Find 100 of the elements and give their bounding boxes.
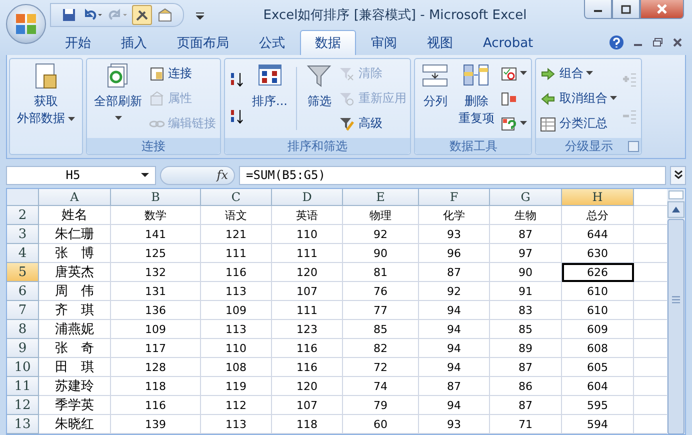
column-header[interactable]: F — [419, 189, 490, 206]
table-cell[interactable]: 116 — [201, 263, 272, 282]
dialog-launcher-icon[interactable] — [628, 141, 640, 152]
table-cell[interactable]: 131 — [111, 282, 201, 301]
table-cell[interactable]: 85 — [343, 320, 419, 339]
table-cell[interactable]: 118 — [272, 415, 343, 434]
table-cell[interactable]: 118 — [111, 377, 201, 396]
table-cell[interactable]: 87 — [490, 225, 562, 244]
table-cell[interactable]: 89 — [490, 339, 562, 358]
row-header[interactable]: 3 — [7, 225, 39, 244]
ribbon-button[interactable]: 排序... — [249, 61, 290, 136]
ribbon-tab[interactable]: 审阅 — [356, 31, 412, 55]
table-cell[interactable]: 107 — [272, 282, 343, 301]
formula-field[interactable]: =SUM(B5:G5) — [239, 166, 666, 184]
row-header[interactable]: 12 — [7, 396, 39, 415]
vertical-scrollbar[interactable] — [667, 189, 685, 434]
table-cell[interactable]: 94 — [419, 358, 490, 377]
table-cell[interactable]: 128 — [111, 358, 201, 377]
table-cell[interactable]: 107 — [272, 396, 343, 415]
column-header[interactable]: B — [111, 189, 201, 206]
table-cell[interactable]: 82 — [343, 339, 419, 358]
table-cell[interactable]: 630 — [562, 244, 634, 263]
table-cell[interactable]: 141 — [111, 225, 201, 244]
table-cell[interactable]: 111 — [272, 244, 343, 263]
table-cell[interactable]: 609 — [562, 320, 634, 339]
table-cell[interactable]: 595 — [562, 396, 634, 415]
table-cell[interactable]: 93 — [419, 225, 490, 244]
table-cell[interactable]: 朱晓红 — [39, 415, 111, 434]
table-cell[interactable]: 123 — [272, 320, 343, 339]
table-cell[interactable]: 117 — [111, 339, 201, 358]
table-cell[interactable]: 周 伟 — [39, 282, 111, 301]
table-cell[interactable]: 119 — [201, 377, 272, 396]
ribbon-tab[interactable]: 页面布局 — [162, 31, 244, 55]
table-cell[interactable]: 79 — [343, 396, 419, 415]
close-icon[interactable] — [673, 38, 682, 47]
row-header[interactable]: 13 — [7, 415, 39, 434]
column-header[interactable]: H — [562, 189, 634, 206]
active-cell[interactable]: 626 — [562, 263, 634, 282]
table-cell[interactable]: 季学英 — [39, 396, 111, 415]
table-cell[interactable]: 97 — [490, 244, 562, 263]
table-cell[interactable]: 113 — [201, 415, 272, 434]
table-cell[interactable]: 英语 — [272, 206, 343, 225]
table-cell[interactable]: 83 — [490, 301, 562, 320]
table-cell[interactable]: 物理 — [343, 206, 419, 225]
name-box[interactable]: H5 — [6, 166, 156, 184]
table-cell[interactable]: 张 博 — [39, 244, 111, 263]
table-cell[interactable]: 87 — [419, 377, 490, 396]
ribbon-tab[interactable]: 视图 — [412, 31, 468, 55]
row-header[interactable]: 4 — [7, 244, 39, 263]
row-header[interactable]: 10 — [7, 358, 39, 377]
table-cell[interactable]: 594 — [562, 415, 634, 434]
ribbon-tab[interactable]: 公式 — [244, 31, 300, 55]
table-cell[interactable]: 85 — [490, 320, 562, 339]
table-cell[interactable]: 111 — [272, 301, 343, 320]
dropdown-caret-icon[interactable] — [139, 171, 151, 179]
table-cell[interactable]: 90 — [490, 263, 562, 282]
table-cell[interactable]: 朱仁珊 — [39, 225, 111, 244]
table-cell[interactable]: 608 — [562, 339, 634, 358]
table-cell[interactable]: 浦燕妮 — [39, 320, 111, 339]
office-button[interactable] — [6, 4, 46, 44]
ribbon-tab[interactable]: 插入 — [106, 31, 162, 55]
table-cell[interactable]: 125 — [111, 244, 201, 263]
table-cell[interactable]: 数学 — [111, 206, 201, 225]
table-cell[interactable]: 87 — [419, 263, 490, 282]
table-cell[interactable]: 唐英杰 — [39, 263, 111, 282]
ribbon-button[interactable]: 删除 重复项 — [455, 61, 498, 136]
table-cell[interactable]: 90 — [343, 244, 419, 263]
row-header[interactable]: 7 — [7, 301, 39, 320]
ribbon-button[interactable]: 获取 外部数据 — [14, 61, 78, 136]
table-cell[interactable]: 121 — [201, 225, 272, 244]
ribbon-button[interactable]: 筛选 — [303, 61, 336, 136]
table-cell[interactable]: 86 — [490, 377, 562, 396]
row-header[interactable]: 6 — [7, 282, 39, 301]
table-cell[interactable]: 116 — [272, 339, 343, 358]
table-cell[interactable]: 94 — [419, 396, 490, 415]
table-cell[interactable]: 96 — [419, 244, 490, 263]
table-cell[interactable]: 化学 — [419, 206, 490, 225]
table-cell[interactable]: 生物 — [490, 206, 562, 225]
ribbon-tab[interactable]: 数据 — [300, 30, 356, 55]
table-cell[interactable]: 74 — [343, 377, 419, 396]
table-cell[interactable]: 604 — [562, 377, 634, 396]
table-cell[interactable]: 91 — [490, 282, 562, 301]
table-cell[interactable]: 94 — [419, 320, 490, 339]
restore-icon[interactable] — [653, 38, 663, 47]
table-cell[interactable]: 109 — [201, 301, 272, 320]
table-cell[interactable]: 116 — [272, 358, 343, 377]
table-cell[interactable]: 苏建玲 — [39, 377, 111, 396]
table-cell[interactable]: 112 — [201, 396, 272, 415]
minimize-button[interactable] — [584, 0, 612, 19]
table-cell[interactable]: 111 — [201, 244, 272, 263]
table-cell[interactable]: 605 — [562, 358, 634, 377]
table-cell[interactable]: 644 — [562, 225, 634, 244]
ribbon-tab[interactable]: Acrobat — [468, 31, 548, 55]
close-button[interactable] — [640, 0, 684, 19]
ribbon-small-button[interactable]: 高级 — [339, 113, 406, 134]
help-icon[interactable] — [609, 35, 624, 50]
table-cell[interactable]: 120 — [272, 377, 343, 396]
table-cell[interactable]: 87 — [490, 396, 562, 415]
ribbon-button[interactable]: 全部刷新 — [91, 61, 145, 136]
table-cell[interactable]: 610 — [562, 301, 634, 320]
